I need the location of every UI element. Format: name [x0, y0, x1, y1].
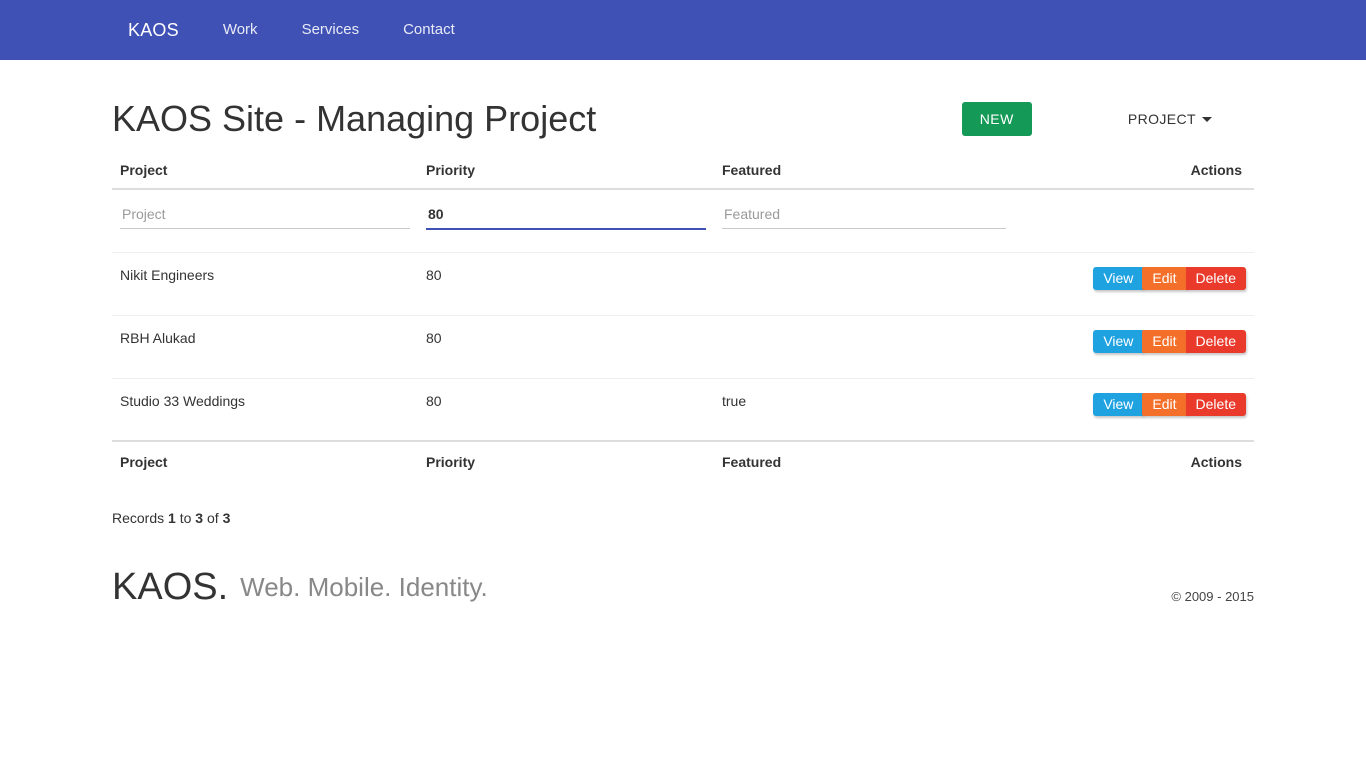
delete-button[interactable]: Delete: [1185, 329, 1246, 353]
table-row: Nikit Engineers 80 View Edit Delete: [112, 252, 1254, 316]
filter-input-featured[interactable]: [722, 204, 1006, 229]
copyright-text: © 2009 - 2015: [1171, 589, 1254, 604]
footer-header-featured: Featured: [714, 440, 1014, 480]
table-row: RBH Alukad 80 View Edit Delete: [112, 315, 1254, 379]
records-total: 3: [222, 510, 231, 526]
navbar-brand-kaos[interactable]: KAOS: [112, 0, 195, 60]
nav-link-work[interactable]: Work: [207, 0, 274, 60]
page-container: KAOS Site - Managing Project NEW PROJECT…: [0, 60, 1366, 608]
records-summary: Records 1 to 3 of 3: [112, 510, 1254, 526]
filter-input-priority[interactable]: [426, 204, 706, 230]
projects-table: Project Priority Featured Actions Projec…: [112, 154, 1254, 480]
footer-tagline: Web. Mobile. Identity.: [240, 572, 488, 602]
table-header-row: Project Priority Featured Actions: [112, 154, 1254, 190]
records-mid: to: [175, 510, 196, 526]
records-prefix: Records: [112, 510, 169, 526]
filter-row: [112, 189, 1254, 253]
filter-cell-priority: [418, 189, 714, 253]
project-dropdown-label: PROJECT: [1127, 111, 1196, 127]
records-to: 3: [195, 510, 204, 526]
records-suffix: of: [203, 510, 223, 526]
column-header-actions: Actions: [1014, 154, 1254, 190]
cell-actions: View Edit Delete: [1014, 252, 1254, 316]
cell-featured: true: [714, 378, 1014, 442]
cell-project: Nikit Engineers: [112, 252, 418, 316]
cell-priority: 80: [418, 315, 714, 379]
cell-priority: 80: [418, 252, 714, 316]
column-header-project[interactable]: Project: [112, 154, 418, 190]
nav-link-services[interactable]: Services: [286, 0, 376, 60]
delete-button[interactable]: Delete: [1185, 392, 1246, 416]
footer-header-project: Project: [112, 440, 418, 480]
filter-cell-actions: [1014, 189, 1254, 253]
table-head: Project Priority Featured Actions: [112, 154, 1254, 190]
edit-button[interactable]: Edit: [1142, 266, 1187, 290]
table-foot: Project Priority Featured Actions: [112, 440, 1254, 480]
records-from: 1: [168, 510, 176, 526]
filter-cell-featured: [714, 189, 1014, 253]
page-title: KAOS Site - Managing Project: [112, 98, 597, 139]
view-button[interactable]: View: [1093, 329, 1144, 353]
footer-header-actions: Actions: [1014, 440, 1254, 480]
cell-featured: [714, 252, 1014, 316]
cell-actions: View Edit Delete: [1014, 315, 1254, 379]
edit-button[interactable]: Edit: [1142, 329, 1187, 353]
column-header-featured[interactable]: Featured: [714, 154, 1014, 190]
filter-cell-project: [112, 189, 418, 253]
footer-brand: KAOS.: [112, 566, 229, 608]
edit-button[interactable]: Edit: [1142, 392, 1187, 416]
view-button[interactable]: View: [1093, 392, 1144, 416]
table-footer-row: Project Priority Featured Actions: [112, 440, 1254, 480]
cell-project: RBH Alukad: [112, 315, 418, 379]
column-header-priority[interactable]: Priority: [418, 154, 714, 190]
delete-button[interactable]: Delete: [1185, 266, 1246, 290]
view-button[interactable]: View: [1093, 266, 1144, 290]
cell-project: Studio 33 Weddings: [112, 378, 418, 442]
footer-header-priority: Priority: [418, 440, 714, 480]
cell-priority: 80: [418, 378, 714, 442]
page-header-row: KAOS Site - Managing Project NEW PROJECT: [112, 60, 1254, 142]
top-navbar: KAOS Work Services Contact: [0, 0, 1366, 60]
new-button[interactable]: NEW: [961, 102, 1032, 136]
cell-featured: [714, 315, 1014, 379]
cell-actions: View Edit Delete: [1014, 378, 1254, 442]
nav-link-contact[interactable]: Contact: [387, 0, 471, 60]
filter-input-project[interactable]: [120, 204, 410, 229]
project-dropdown[interactable]: PROJECT: [1128, 111, 1212, 127]
table-row: Studio 33 Weddings 80 true View Edit Delet…: [112, 378, 1254, 442]
caret-down-icon: [1202, 116, 1212, 122]
table-body: Nikit Engineers 80 ViewEditDelete RBH Al…: [112, 189, 1254, 442]
site-footer: KAOS. Web. Mobile. Identity. © 2009 - 20…: [112, 566, 1254, 608]
